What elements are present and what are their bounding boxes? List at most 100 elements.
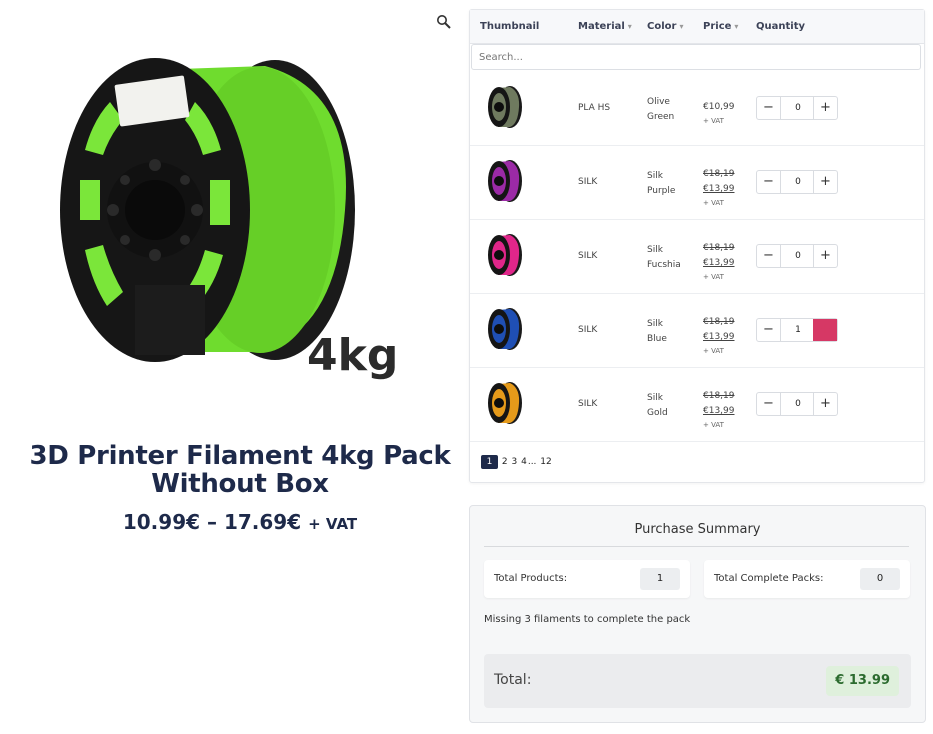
variant-thumbnail[interactable] (486, 380, 524, 426)
total-label: Total: (494, 672, 532, 688)
vat-label: + VAT (703, 273, 724, 281)
total-products-box: Total Products: 1 (484, 560, 690, 598)
variant-thumbnail[interactable] (486, 232, 524, 278)
purchase-summary: Purchase Summary Total Products: 1 Total… (469, 505, 926, 723)
vat-label: + VAT (703, 199, 724, 207)
quantity-stepper: − 0 + (756, 96, 838, 120)
material-cell: SILK (578, 177, 598, 187)
quantity-stepper: − 1 + (756, 318, 838, 342)
header-quantity: Quantity (756, 21, 805, 32)
old-price: €18,19 (703, 169, 735, 179)
product-price: 10.99€ – 17.69€ + VAT (20, 510, 460, 534)
color-line: Olive (647, 97, 670, 107)
price-cell: €18,19 €13,99 + VAT (703, 315, 735, 358)
current-price: €10,99 (703, 102, 735, 112)
color-line: Fucshia (647, 260, 681, 270)
quantity-stepper: − 0 + (756, 244, 838, 268)
page-current[interactable]: 1 (481, 455, 498, 469)
table-row: SILK Silk Fucshia €18,19 €13,99 + VAT − … (470, 220, 924, 294)
search-input[interactable] (471, 44, 921, 70)
header-price[interactable]: Price ▾ (703, 21, 738, 32)
increment-button[interactable]: + (813, 245, 837, 267)
old-price: €18,19 (703, 391, 735, 401)
total-products-label: Total Products: (494, 573, 568, 584)
page-link[interactable]: 3 (511, 457, 517, 467)
total-packs-box: Total Complete Packs: 0 (704, 560, 910, 598)
variant-thumbnail[interactable] (486, 306, 524, 352)
quantity-value[interactable]: 0 (781, 97, 815, 119)
total-value: € 13.99 (826, 666, 899, 696)
page-link-last[interactable]: 12 (540, 457, 551, 467)
decrement-button[interactable]: − (757, 393, 781, 415)
quantity-value[interactable]: 1 (781, 319, 815, 341)
material-cell: SILK (578, 399, 598, 409)
header-color[interactable]: Color ▾ (647, 21, 683, 32)
old-price: €18,19 (703, 243, 735, 253)
divider (484, 546, 909, 547)
color-cell: Silk Fucshia (647, 243, 681, 273)
old-price: €18,19 (703, 317, 735, 327)
zoom-icon[interactable] (436, 14, 452, 30)
product-image[interactable]: 4kg (55, 30, 415, 390)
decrement-button[interactable]: − (757, 171, 781, 193)
variant-thumbnail[interactable] (486, 84, 524, 130)
material-cell: SILK (578, 251, 598, 261)
color-cell: Olive Green (647, 95, 674, 125)
color-line: Silk (647, 171, 663, 181)
weight-overlay-text: 4kg (307, 330, 398, 381)
price-cell: €18,19 €13,99 + VAT (703, 389, 735, 432)
price-range: 10.99€ – 17.69€ (122, 510, 302, 534)
header-price-label: Price (703, 21, 732, 32)
quantity-value[interactable]: 0 (781, 171, 815, 193)
quantity-value[interactable]: 0 (781, 393, 815, 415)
material-cell: PLA HS (578, 103, 611, 113)
color-line: Gold (647, 408, 668, 418)
price-cell: €10,99 + VAT (703, 100, 735, 128)
page-link[interactable]: 4 (521, 457, 527, 467)
color-cell: Silk Gold (647, 391, 668, 421)
variant-thumbnail[interactable] (486, 158, 524, 204)
increment-button[interactable]: + (813, 97, 837, 119)
table-header: Thumbnail Material ▾ Color ▾ Price ▾ Quanti… (470, 10, 924, 44)
page-link[interactable]: 2 (502, 457, 508, 467)
table-row: PLA HS Olive Green €10,99 + VAT − 0 + (470, 72, 924, 146)
total-products-value: 1 (640, 568, 680, 590)
table-row: SILK Silk Gold €18,19 €13,99 + VAT − 0 + (470, 368, 924, 442)
variants-table: Thumbnail Material ▾ Color ▾ Price ▾ Quanti… (469, 9, 925, 483)
color-line: Blue (647, 334, 667, 344)
sort-icon: ▾ (627, 22, 632, 31)
product-title: 3D Printer Filament 4kg Pack Without Box (29, 441, 451, 499)
pagination: 1 2 3 4... 12 (481, 455, 553, 469)
table-row: SILK Silk Purple €18,19 €13,99 + VAT − 0… (470, 146, 924, 220)
color-cell: Silk Blue (647, 317, 667, 347)
summary-title: Purchase Summary (634, 522, 761, 537)
table-row: SILK Silk Blue €18,19 €13,99 + VAT − 1 + (470, 294, 924, 368)
quantity-value[interactable]: 0 (781, 245, 815, 267)
missing-filaments-text: Missing 3 filaments to complete the pack (484, 614, 691, 625)
header-material[interactable]: Material ▾ (578, 21, 632, 32)
material-cell: SILK (578, 325, 598, 335)
vat-label: + VAT (703, 117, 724, 125)
decrement-button[interactable]: − (757, 319, 781, 341)
color-line: Silk (647, 245, 663, 255)
current-price: €13,99 (703, 406, 735, 416)
vat-label: + VAT (703, 347, 724, 355)
increment-button[interactable]: + (813, 393, 837, 415)
decrement-button[interactable]: − (757, 245, 781, 267)
price-cell: €18,19 €13,99 + VAT (703, 167, 735, 210)
color-line: Purple (647, 186, 676, 196)
total-packs-value: 0 (860, 568, 900, 590)
current-price: €13,99 (703, 258, 735, 268)
header-material-label: Material (578, 21, 625, 32)
price-vat-suffix: + VAT (308, 515, 358, 533)
increment-button[interactable]: + (813, 319, 837, 341)
current-price: €13,99 (703, 332, 735, 342)
total-packs-label: Total Complete Packs: (714, 573, 824, 584)
increment-button[interactable]: + (813, 171, 837, 193)
header-color-label: Color (647, 21, 677, 32)
decrement-button[interactable]: − (757, 97, 781, 119)
sort-icon: ▾ (734, 22, 739, 31)
quantity-stepper: − 0 + (756, 392, 838, 416)
product-panel: 4kg 3D Printer Filament 4kg Pack Without… (0, 0, 470, 734)
color-line: Silk (647, 393, 663, 403)
